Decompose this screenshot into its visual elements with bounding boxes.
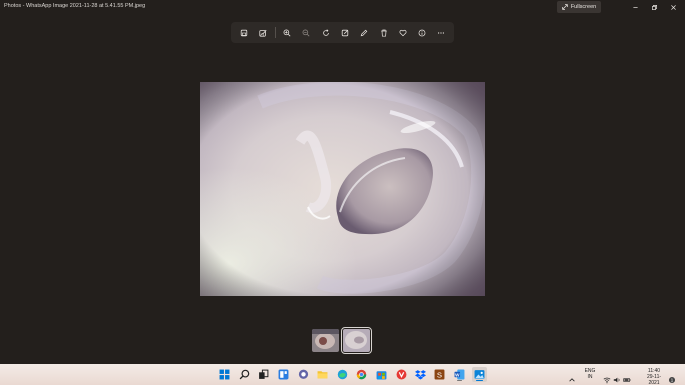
photo-toolbar xyxy=(231,22,454,43)
task-view-button[interactable] xyxy=(256,367,271,382)
draw-icon xyxy=(361,29,368,36)
thumbnail-image xyxy=(312,328,339,352)
delete-icon xyxy=(380,29,387,37)
app-red-icon xyxy=(396,369,407,380)
volume-icon xyxy=(613,377,620,383)
fullscreen-label: Fullscreen xyxy=(570,4,597,10)
edit-image-icon xyxy=(259,29,267,37)
notifications-button[interactable]: 1 xyxy=(668,371,676,384)
volume-status[interactable] xyxy=(613,371,621,383)
crop-icon xyxy=(341,29,349,36)
save-button[interactable] xyxy=(234,23,253,42)
close-icon xyxy=(670,4,676,10)
file-explorer-button[interactable] xyxy=(315,367,330,382)
start-button[interactable] xyxy=(217,367,232,382)
wifi-icon xyxy=(603,377,611,384)
search-button[interactable] xyxy=(237,367,252,382)
chrome-button[interactable] xyxy=(354,367,369,382)
red-app-button[interactable] xyxy=(394,367,409,382)
rotate-button[interactable] xyxy=(316,23,335,42)
thumbnail-image xyxy=(343,328,370,352)
chevron-up-icon xyxy=(569,378,575,382)
task-view-icon xyxy=(259,369,269,379)
language-indicator[interactable]: ENG IN xyxy=(581,368,599,380)
window-title: Photos - WhatsApp Image 2021-11-28 at 5.… xyxy=(4,3,146,9)
filmstrip xyxy=(312,326,372,354)
widgets-button[interactable] xyxy=(276,367,291,382)
favorite-button[interactable] xyxy=(393,23,412,42)
photos-icon xyxy=(474,370,485,379)
more-icon xyxy=(438,31,445,34)
fullscreen-button[interactable]: Fullscreen xyxy=(557,1,601,13)
rotate-icon xyxy=(322,28,329,36)
more-options-button[interactable] xyxy=(432,23,451,42)
widgets-icon xyxy=(278,369,289,380)
toolbar-divider xyxy=(274,27,276,38)
fullscreen-icon xyxy=(562,4,568,10)
heart-icon xyxy=(399,29,407,36)
svg-text:W: W xyxy=(455,372,460,377)
chat-button[interactable] xyxy=(296,367,311,382)
crop-button[interactable] xyxy=(335,23,354,42)
zoom-in-icon xyxy=(283,29,291,36)
app-s-icon: S xyxy=(434,369,445,380)
edit-image-button[interactable] xyxy=(253,23,272,42)
search-icon xyxy=(239,369,250,380)
running-indicator xyxy=(457,379,462,381)
wifi-status[interactable] xyxy=(603,371,611,384)
title-bar: Photos - WhatsApp Image 2021-11-28 at 5.… xyxy=(0,0,685,15)
clock[interactable]: 11:40 29-11-2021 xyxy=(642,368,666,385)
word-icon: W xyxy=(454,369,465,380)
zoom-in-button[interactable] xyxy=(278,23,297,42)
info-icon xyxy=(418,29,426,36)
word-button[interactable]: W xyxy=(452,367,467,382)
photos-button[interactable] xyxy=(472,367,487,382)
info-button[interactable] xyxy=(413,23,432,42)
zoom-out-icon xyxy=(303,29,310,36)
restore-icon xyxy=(651,4,657,10)
draw-button[interactable] xyxy=(355,23,374,42)
chat-icon xyxy=(298,369,309,379)
active-indicator xyxy=(476,379,483,381)
minimize-icon xyxy=(632,6,638,8)
battery-status[interactable] xyxy=(623,371,631,382)
s-app-button[interactable]: S xyxy=(432,367,447,382)
show-hidden-icons-button[interactable] xyxy=(568,371,576,382)
battery-icon xyxy=(623,378,631,382)
delete-button[interactable] xyxy=(374,23,393,42)
edge-icon xyxy=(337,369,348,380)
dropbox-button[interactable] xyxy=(413,367,428,382)
thumbnail-2[interactable] xyxy=(341,326,372,354)
chrome-icon xyxy=(356,369,367,380)
notification-badge-icon: 1 xyxy=(668,376,676,384)
clock-date: 29-11-2021 xyxy=(646,374,662,385)
taskbar: S W ENG IN 11:40 29-11-2021 1 xyxy=(0,364,685,385)
svg-text:S: S xyxy=(437,370,442,379)
folder-icon xyxy=(317,371,328,379)
zoom-out-button[interactable] xyxy=(297,23,316,42)
dropbox-icon xyxy=(415,370,426,380)
main-photo[interactable] xyxy=(200,82,485,296)
edge-button[interactable] xyxy=(335,367,350,382)
region-code: IN xyxy=(587,374,593,380)
photo-image xyxy=(200,82,485,296)
save-icon xyxy=(240,29,247,36)
windows-start-icon xyxy=(219,369,230,380)
close-button[interactable] xyxy=(662,1,684,13)
thumbnail-1[interactable] xyxy=(312,328,339,352)
